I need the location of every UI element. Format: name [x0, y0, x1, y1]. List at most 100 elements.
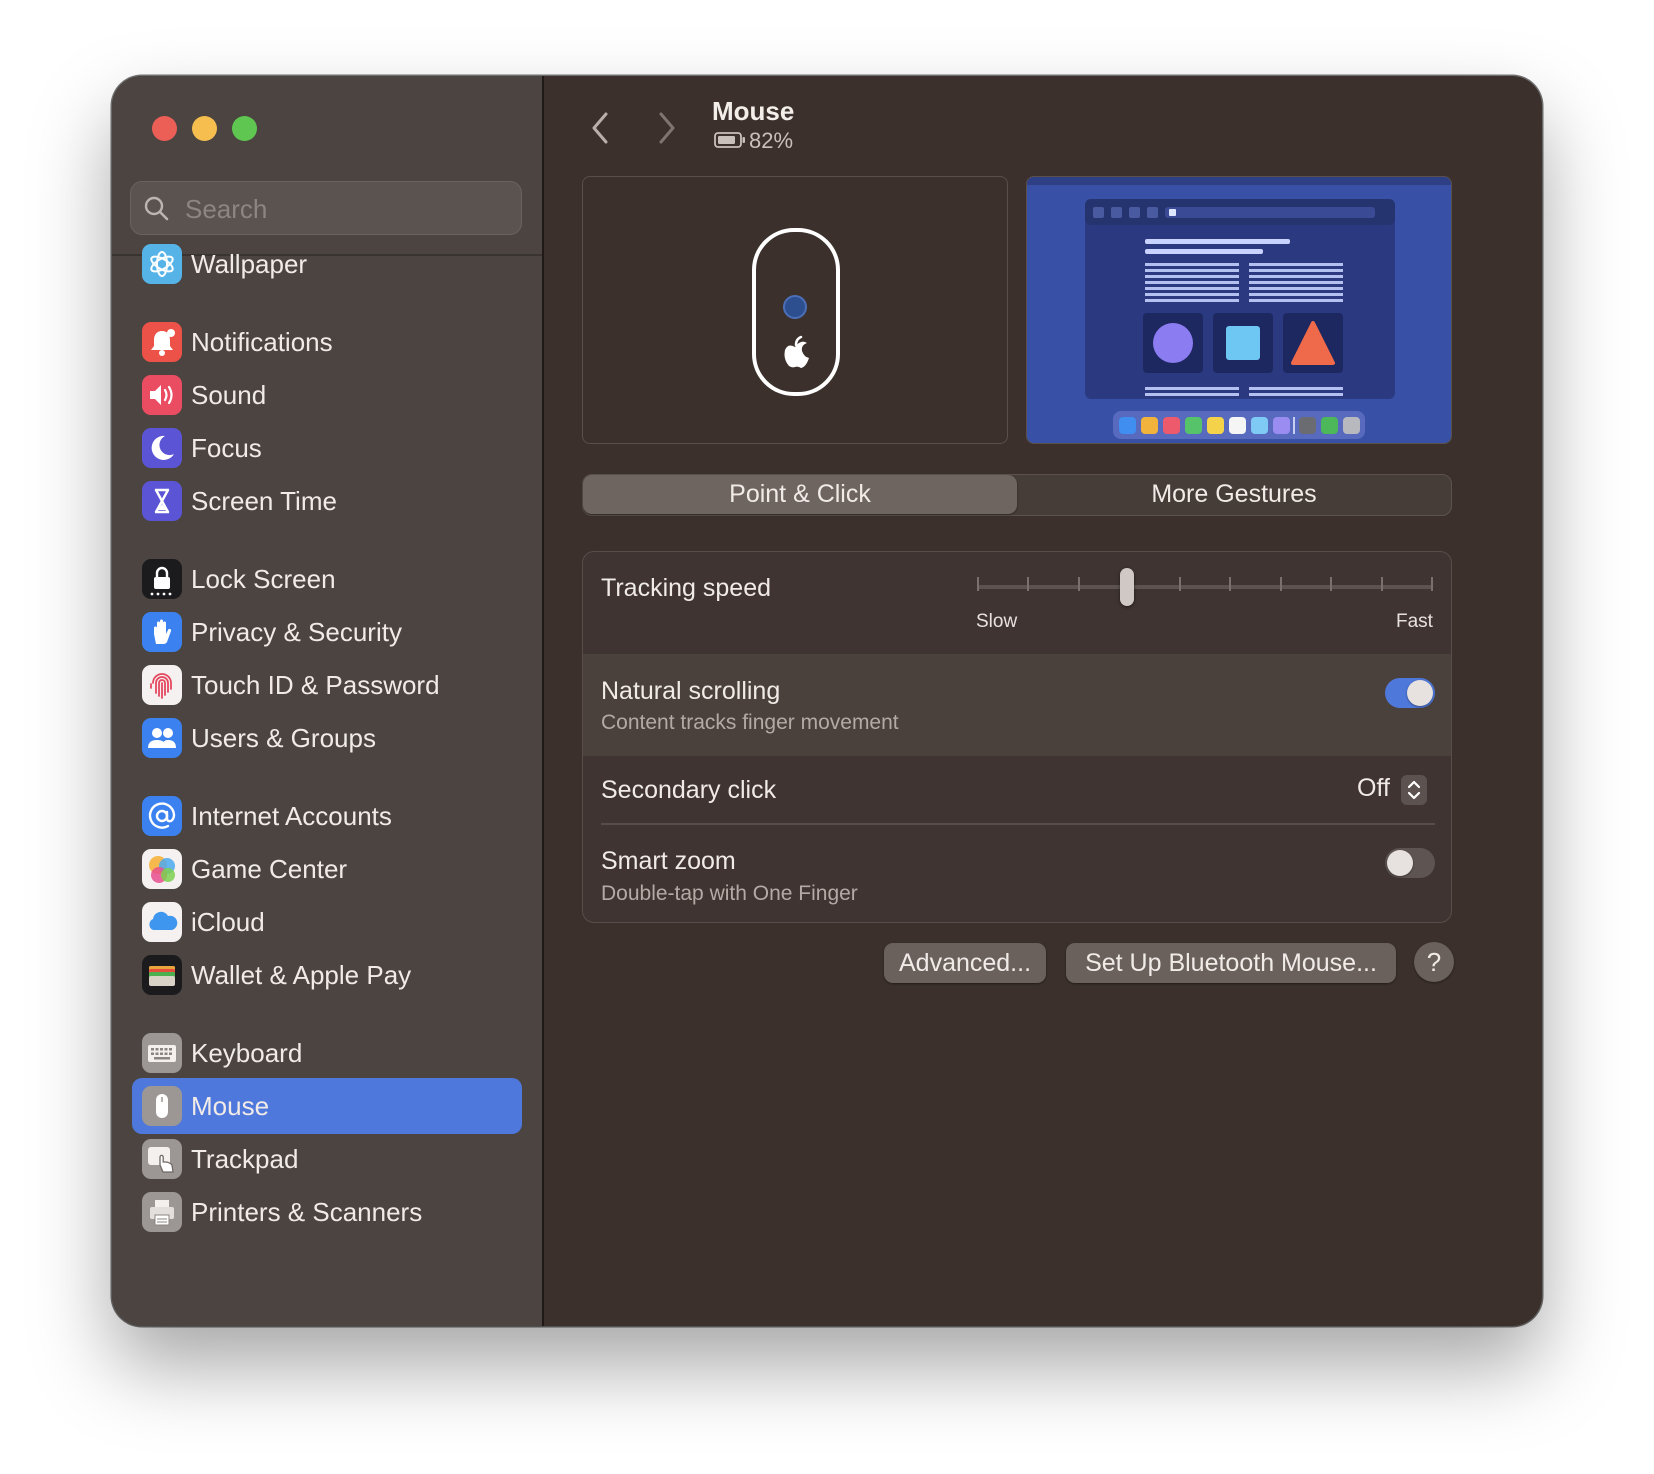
- toggle-knob: [1407, 680, 1433, 706]
- sidebar-item-mouse[interactable]: Mouse: [132, 1078, 522, 1134]
- slider-tick: [1178, 577, 1181, 591]
- sidebar-item-wallpaper[interactable]: Wallpaper: [132, 236, 522, 292]
- slider-tick: [1077, 577, 1080, 591]
- slider-tick: [1431, 577, 1433, 591]
- smart-zoom-label: Smart zoom: [601, 847, 736, 875]
- natural-scrolling-description: Content tracks finger movement: [601, 711, 899, 734]
- sidebar-item-lock-screen[interactable]: Lock Screen: [132, 551, 522, 607]
- sidebar: Wallpaper Notifications So: [112, 76, 544, 1326]
- smart-zoom-description: Double-tap with One Finger: [601, 882, 858, 905]
- smart-zoom-toggle[interactable]: [1385, 848, 1435, 878]
- sidebar-item-focus[interactable]: Focus: [132, 420, 522, 476]
- fingerprint-icon: [142, 665, 182, 705]
- close-button[interactable]: [152, 116, 177, 141]
- sidebar-item-touch-id[interactable]: Touch ID & Password: [132, 657, 522, 713]
- sidebar-item-privacy-security[interactable]: Privacy & Security: [132, 604, 522, 660]
- sound-icon: [142, 375, 182, 415]
- chevron-left-icon: [592, 112, 608, 144]
- notifications-icon: [142, 322, 182, 362]
- slider-tick: [1330, 577, 1333, 591]
- sidebar-item-label: Users & Groups: [191, 723, 376, 753]
- secondary-click-value[interactable]: Off: [1357, 774, 1390, 803]
- search-input[interactable]: [183, 192, 507, 226]
- toggle-knob: [1387, 850, 1413, 876]
- sidebar-item-screen-time[interactable]: Screen Time: [132, 473, 522, 529]
- settings-window: Wallpaper Notifications So: [112, 76, 1542, 1326]
- tracking-speed-thumb[interactable]: [1120, 568, 1135, 606]
- sidebar-item-label: Wallpaper: [191, 249, 308, 279]
- sidebar-item-label: Printers & Scanners: [191, 1197, 423, 1227]
- at-sign-icon: [142, 796, 182, 836]
- mouse-preview: [582, 176, 1008, 444]
- back-button[interactable]: [582, 106, 618, 150]
- printer-icon: [142, 1192, 182, 1232]
- sidebar-item-keyboard[interactable]: Keyboard: [132, 1025, 522, 1081]
- sidebar-item-label: Internet Accounts: [191, 801, 392, 831]
- tab-bar: Point & Click More Gestures: [582, 474, 1452, 516]
- tracking-speed-track[interactable]: [977, 585, 1433, 589]
- zoom-button[interactable]: [232, 116, 257, 141]
- sidebar-item-label: Lock Screen: [191, 564, 336, 594]
- privacy-hand-icon: [142, 612, 182, 652]
- chevron-up-down-icon: [1407, 780, 1421, 800]
- tracking-speed-label: Tracking speed: [601, 574, 771, 602]
- gesture-preview: [1026, 176, 1452, 444]
- search-icon: [144, 196, 169, 221]
- wallpaper-icon: [142, 244, 182, 284]
- slider-tick: [977, 577, 979, 591]
- help-button[interactable]: ?: [1414, 942, 1454, 982]
- settings-panel: Tracking speed Slow Fast Natural scrolli…: [582, 551, 1452, 923]
- sidebar-item-label: Trackpad: [191, 1144, 299, 1174]
- tab-point-click[interactable]: Point & Click: [583, 475, 1017, 514]
- slider-tick: [1027, 577, 1030, 591]
- search-field[interactable]: [130, 181, 522, 235]
- sidebar-item-label: Game Center: [191, 854, 348, 884]
- bluetooth-setup-button[interactable]: Set Up Bluetooth Mouse...: [1066, 943, 1396, 983]
- content-pane: Mouse 82% Point & Click More Gestures Tr…: [542, 76, 1542, 1326]
- trackpad-icon: [142, 1139, 182, 1179]
- slider-min-label: Slow: [976, 611, 1018, 632]
- slider-tick: [1279, 577, 1282, 591]
- minimize-button[interactable]: [192, 116, 217, 141]
- page-title: Mouse: [712, 96, 795, 126]
- sidebar-item-internet-accounts[interactable]: Internet Accounts: [132, 788, 522, 844]
- natural-scrolling-label: Natural scrolling: [601, 677, 781, 705]
- sidebar-item-label: iCloud: [191, 907, 265, 937]
- lock-screen-icon: [142, 559, 182, 599]
- sidebar-item-sound[interactable]: Sound: [132, 367, 522, 423]
- natural-scrolling-toggle[interactable]: [1385, 678, 1435, 708]
- slider-tick: [1229, 577, 1232, 591]
- sidebar-item-label: Notifications: [191, 327, 333, 357]
- sidebar-item-label: Sound: [191, 380, 267, 410]
- sidebar-item-game-center[interactable]: Game Center: [132, 841, 522, 897]
- sidebar-item-wallet[interactable]: Wallet & Apple Pay: [132, 947, 522, 1003]
- battery-level: 82%: [749, 128, 794, 153]
- keyboard-icon: [142, 1033, 182, 1073]
- icloud-icon: [142, 902, 182, 942]
- game-center-icon: [142, 849, 182, 889]
- sidebar-item-notifications[interactable]: Notifications: [132, 314, 522, 370]
- sidebar-item-label: Touch ID & Password: [191, 670, 440, 700]
- sidebar-item-label: Focus: [191, 433, 262, 463]
- sidebar-item-trackpad[interactable]: Trackpad: [132, 1131, 522, 1187]
- sidebar-item-icloud[interactable]: iCloud: [132, 894, 522, 950]
- battery-icon: [714, 132, 745, 148]
- sidebar-item-printers[interactable]: Printers & Scanners: [132, 1184, 522, 1240]
- slider-tick: [1380, 577, 1383, 591]
- mouse-icon: [142, 1086, 182, 1126]
- chevron-right-icon: [659, 112, 675, 144]
- tab-more-gestures[interactable]: More Gestures: [1017, 475, 1451, 514]
- forward-button[interactable]: [649, 106, 685, 150]
- screen-time-icon: [142, 481, 182, 521]
- wallet-icon: [142, 955, 182, 995]
- sidebar-item-label: Screen Time: [191, 486, 337, 516]
- sidebar-item-label: Keyboard: [191, 1038, 303, 1068]
- slider-max-label: Fast: [1396, 611, 1433, 632]
- divider: [601, 823, 1435, 825]
- focus-icon: [142, 428, 182, 468]
- sidebar-item-label: Wallet & Apple Pay: [191, 960, 412, 990]
- advanced-button[interactable]: Advanced...: [884, 943, 1046, 983]
- users-icon: [142, 718, 182, 758]
- sidebar-item-users-groups[interactable]: Users & Groups: [132, 710, 522, 766]
- secondary-click-popup[interactable]: [1401, 775, 1427, 805]
